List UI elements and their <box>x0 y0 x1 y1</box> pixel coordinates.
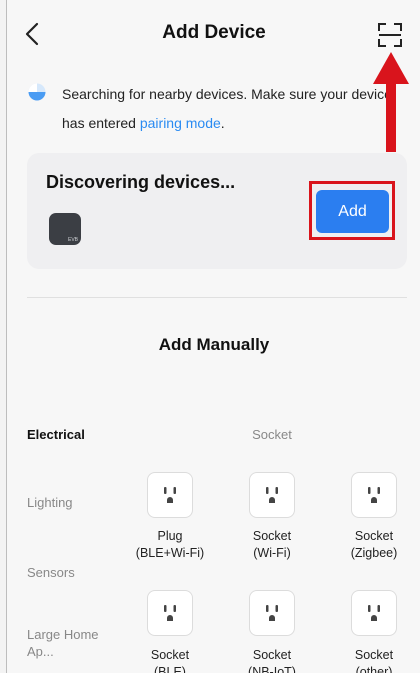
device-label: Socket (Zigbee) <box>319 528 420 562</box>
socket-icon <box>164 487 176 503</box>
searching-suffix: . <box>220 115 225 131</box>
device-tile-socket-nb-iot[interactable] <box>249 590 295 636</box>
device-name: Plug <box>157 529 183 543</box>
device-sub: (NB-IoT) <box>248 665 296 673</box>
device-sub: (BLE) <box>154 665 186 673</box>
category-sensors[interactable]: Sensors <box>27 564 107 581</box>
add-button[interactable]: Add <box>316 190 389 233</box>
device-tile-socket-ble[interactable] <box>147 590 193 636</box>
device-label: Socket (Wi-Fi) <box>217 528 327 562</box>
searching-text: Searching for nearby devices. Make sure … <box>62 80 412 138</box>
device-label: Plug (BLE+Wi-Fi) <box>115 528 225 562</box>
section-title-socket: Socket <box>252 427 292 442</box>
discovering-title: Discovering devices... <box>46 172 236 192</box>
device-sub: (other) <box>355 665 393 673</box>
socket-icon <box>266 487 278 503</box>
socket-icon <box>368 487 380 503</box>
device-tile-socket-zigbee[interactable] <box>351 472 397 518</box>
discovering-card: Discovering devices... EVB Add <box>27 153 407 269</box>
device-name: Socket <box>252 529 292 543</box>
category-electrical[interactable]: Electrical <box>27 426 107 443</box>
header: Add Device <box>7 0 420 68</box>
category-large-home-appliances[interactable]: Large Home Ap... <box>27 626 103 660</box>
divider <box>27 297 407 298</box>
device-name: Socket <box>354 648 394 662</box>
spinner-icon <box>28 83 46 101</box>
device-sub: (BLE+Wi-Fi) <box>135 546 205 560</box>
page-title: Add Device <box>162 22 266 43</box>
socket-icon <box>368 605 380 621</box>
device-thumb-label: EVB <box>67 237 78 243</box>
searching-message: Searching for nearby devices. Make sure … <box>62 86 392 131</box>
socket-icon <box>266 605 278 621</box>
device-name: Socket <box>150 648 190 662</box>
device-name: Socket <box>354 529 394 543</box>
category-lighting[interactable]: Lighting <box>27 494 107 511</box>
device-thumbnail[interactable]: EVB <box>49 213 81 245</box>
device-label: Socket (BLE) <box>115 647 225 673</box>
add-device-screen: Add Device Searching for nearby devices.… <box>6 0 420 673</box>
device-sub: (Wi-Fi) <box>253 546 291 560</box>
scan-icon[interactable] <box>377 22 403 48</box>
device-label: Socket (NB-IoT) <box>217 647 327 673</box>
device-label: Socket (other) <box>319 647 420 673</box>
add-manually-title: Add Manually <box>158 335 270 354</box>
device-name: Socket <box>252 648 292 662</box>
socket-icon <box>164 605 176 621</box>
device-tile-plug-ble-wifi[interactable] <box>147 472 193 518</box>
device-tile-socket-wifi[interactable] <box>249 472 295 518</box>
device-tile-socket-other[interactable] <box>351 590 397 636</box>
pairing-mode-link[interactable]: pairing mode <box>140 115 221 131</box>
device-sub: (Zigbee) <box>350 546 398 560</box>
